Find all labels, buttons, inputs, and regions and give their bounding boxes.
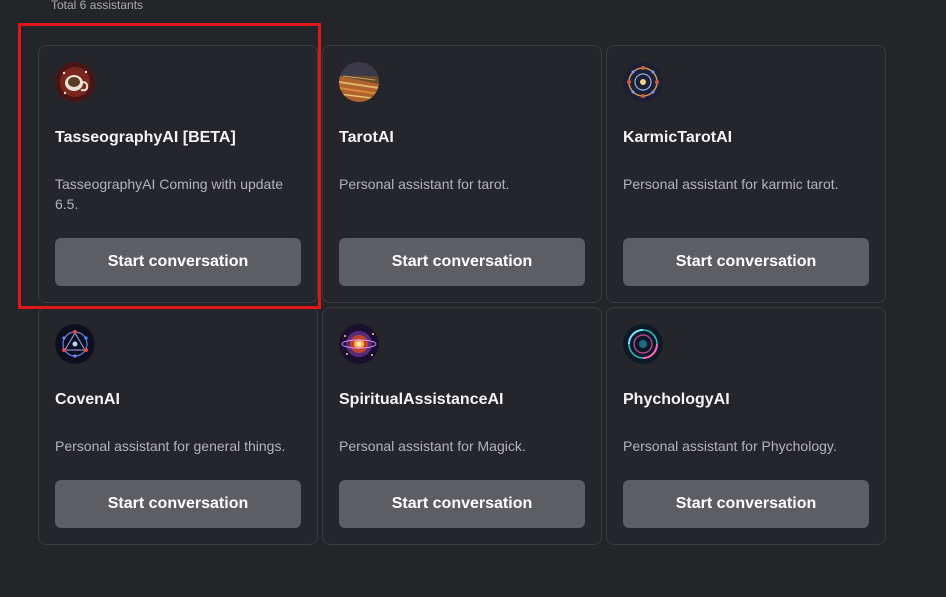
assistant-card-phychology: PhychologyAI Personal assistant for Phyc… (606, 307, 886, 545)
start-conversation-button[interactable]: Start conversation (55, 238, 301, 286)
assistant-name: KarmicTarotAI (623, 129, 733, 146)
tarot-cards-icon (339, 62, 379, 102)
spiritual-orb-icon (339, 324, 379, 364)
start-conversation-button[interactable]: Start conversation (339, 238, 585, 286)
assistant-name: PhychologyAI (623, 391, 730, 408)
tea-cup-icon (55, 62, 95, 102)
assistant-card-spiritual-assistance: SpiritualAssistanceAI Personal assistant… (322, 307, 602, 545)
start-conversation-button[interactable]: Start conversation (339, 480, 585, 528)
assistant-card-coven: CovenAI Personal assistant for general t… (38, 307, 318, 545)
assistant-description: Personal assistant for Phychology. (623, 438, 837, 454)
assistant-description: Personal assistant for karmic tarot. (623, 176, 839, 192)
assistant-description: Personal assistant for tarot. (339, 176, 510, 192)
assistant-card-karmic-tarot: KarmicTarotAI Personal assistant for kar… (606, 45, 886, 303)
assistant-name: TarotAI (339, 129, 394, 146)
assistants-count: Total 6 assistants (51, 0, 144, 12)
assistants-grid: TasseographyAI [BETA] TasseographyAI Com… (38, 45, 886, 545)
assistants-page: Total 6 assistants TasseographyAI [BETA]… (0, 0, 946, 597)
assistant-card-tarot: TarotAI Personal assistant for tarot. St… (322, 45, 602, 303)
assistant-name: TasseographyAI [BETA] (55, 129, 236, 146)
assistant-description: Personal assistant for general things. (55, 438, 286, 454)
coven-circle-icon (55, 324, 95, 364)
assistant-name: CovenAI (55, 391, 120, 408)
psychology-circle-icon (623, 324, 663, 364)
start-conversation-button[interactable]: Start conversation (623, 480, 869, 528)
karmic-wheel-icon (623, 62, 663, 102)
assistant-description: Personal assistant for Magick. (339, 438, 526, 454)
assistant-description: TasseographyAI Coming with update 6.5. (55, 176, 284, 212)
assistant-name: SpiritualAssistanceAI (339, 391, 504, 408)
start-conversation-button[interactable]: Start conversation (55, 480, 301, 528)
start-conversation-button[interactable]: Start conversation (623, 238, 869, 286)
assistant-card-tasseography: TasseographyAI [BETA] TasseographyAI Com… (38, 45, 318, 303)
